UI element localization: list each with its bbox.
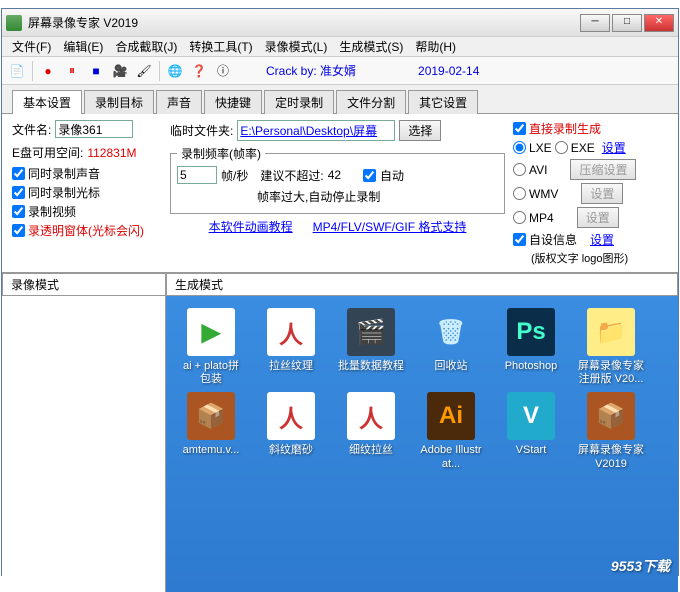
tab-target[interactable]: 录制目标 bbox=[84, 90, 154, 114]
wmv-label: WMV bbox=[529, 187, 558, 201]
menu-convert[interactable]: 转换工具(T) bbox=[183, 36, 258, 57]
date-label: 2019-02-14 bbox=[418, 64, 479, 78]
fps-note: 帧率过大,自动停止录制 bbox=[257, 188, 380, 205]
tutorial-link[interactable]: 本软件动画教程 bbox=[209, 218, 293, 235]
desktop-icon[interactable]: 📦amtemu.v... bbox=[178, 392, 244, 470]
cb-cursor[interactable] bbox=[12, 186, 25, 199]
disk-value: 112831M bbox=[87, 146, 136, 160]
avi-compress-button: 压缩设置 bbox=[570, 159, 636, 180]
side-panel bbox=[2, 296, 166, 592]
cb-video-label: 录制视频 bbox=[28, 203, 76, 220]
cb-transp-label: 录透明窗体(光标会闪) bbox=[28, 222, 144, 239]
cb-sound-label: 同时录制声音 bbox=[28, 165, 100, 182]
cb-auto[interactable] bbox=[363, 169, 376, 182]
cb-transp[interactable] bbox=[12, 224, 25, 237]
menu-genmode[interactable]: 生成模式(S) bbox=[333, 36, 409, 57]
formats-link[interactable]: MP4/FLV/SWF/GIF 格式支持 bbox=[313, 218, 467, 235]
lxe-label: LXE bbox=[529, 141, 552, 155]
desktop-icon[interactable]: 人细纹拉丝 bbox=[338, 392, 404, 470]
tempdir-label: 临时文件夹: bbox=[170, 122, 233, 139]
desktop-icon[interactable]: VVStart bbox=[498, 392, 564, 470]
tab-other[interactable]: 其它设置 bbox=[408, 90, 478, 114]
fps-legend: 录制频率(帧率) bbox=[177, 145, 265, 162]
watermark: 9553下载 bbox=[611, 556, 670, 576]
desktop-preview: ▶ai + plato拼包装人拉丝纹理🎬批量数据教程🗑回收站PsPhotosho… bbox=[166, 296, 678, 592]
tool-stop-icon[interactable]: ■ bbox=[85, 60, 107, 82]
menu-recmode[interactable]: 录像模式(L) bbox=[259, 36, 334, 57]
mode-tab-gen[interactable]: 生成模式 bbox=[166, 273, 678, 296]
desktop-icon[interactable]: PsPhotoshop bbox=[498, 308, 564, 386]
fps-input[interactable] bbox=[177, 166, 217, 184]
radio-mp4[interactable] bbox=[513, 211, 526, 224]
maximize-button[interactable]: □ bbox=[612, 14, 642, 32]
cb-custom[interactable] bbox=[513, 233, 526, 246]
wmv-settings-button: 设置 bbox=[581, 183, 623, 204]
desktop-icon[interactable]: 🎬批量数据教程 bbox=[338, 308, 404, 386]
app-icon bbox=[6, 15, 22, 31]
desktop-icon[interactable]: AiAdobe Illustrat... bbox=[418, 392, 484, 470]
desktop-icon[interactable]: 🗑回收站 bbox=[418, 308, 484, 386]
desktop-icon[interactable]: 📦屏幕录像专家V2019 bbox=[578, 392, 644, 470]
cb-video[interactable] bbox=[12, 205, 25, 218]
cb-cursor-label: 同时录制光标 bbox=[28, 184, 100, 201]
tab-basic[interactable]: 基本设置 bbox=[12, 90, 82, 114]
select-button[interactable]: 选择 bbox=[399, 120, 441, 141]
menu-compose[interactable]: 合成截取(J) bbox=[109, 36, 183, 57]
menu-edit[interactable]: 编辑(E) bbox=[57, 36, 109, 57]
tab-hotkey[interactable]: 快捷键 bbox=[204, 90, 262, 114]
mp4-label: MP4 bbox=[529, 211, 554, 225]
toolbar: 📄 ● ⏸ ■ 🎥 🖌 🌐 ❓ ⓘ Crack by: 准女婿 2019-02-… bbox=[2, 57, 678, 85]
menu-file[interactable]: 文件(F) bbox=[6, 36, 57, 57]
tool-record-icon[interactable]: ● bbox=[37, 60, 59, 82]
direct-label: 直接录制生成 bbox=[529, 120, 601, 137]
radio-avi[interactable] bbox=[513, 163, 526, 176]
mp4-settings-button: 设置 bbox=[577, 207, 619, 228]
custom-settings-link[interactable]: 设置 bbox=[590, 231, 614, 248]
lxe-settings-link[interactable]: 设置 bbox=[602, 139, 626, 156]
radio-wmv[interactable] bbox=[513, 187, 526, 200]
desktop-icon[interactable]: ▶ai + plato拼包装 bbox=[178, 308, 244, 386]
custom-note: (版权文字 logo图形) bbox=[531, 250, 668, 266]
tab-sound[interactable]: 声音 bbox=[156, 90, 202, 114]
auto-label: 自动 bbox=[380, 167, 404, 184]
settings-panel: 文件名: E盘可用空间: 112831M 同时录制声音 同时录制光标 录制视频 录… bbox=[2, 114, 678, 273]
filename-input[interactable] bbox=[55, 120, 133, 138]
disk-label: E盘可用空间: bbox=[12, 144, 83, 161]
avi-label: AVI bbox=[529, 163, 547, 177]
tool-brush-icon[interactable]: 🖌 bbox=[133, 60, 155, 82]
minimize-button[interactable]: ─ bbox=[580, 14, 610, 32]
menubar: 文件(F) 编辑(E) 合成截取(J) 转换工具(T) 录像模式(L) 生成模式… bbox=[2, 37, 678, 57]
tool-help-icon[interactable]: ❓ bbox=[188, 60, 210, 82]
tempdir-value[interactable]: E:\Personal\Desktop\屏幕 bbox=[237, 120, 395, 141]
fps-unit: 帧/秒 bbox=[221, 167, 248, 184]
fps-max: 42 bbox=[328, 168, 341, 182]
cb-direct[interactable] bbox=[513, 122, 526, 135]
menu-help[interactable]: 帮助(H) bbox=[409, 36, 462, 57]
desktop-icon[interactable]: 人拉丝纹理 bbox=[258, 308, 324, 386]
tool-pause-icon[interactable]: ⏸ bbox=[61, 60, 83, 82]
radio-exe[interactable] bbox=[555, 141, 568, 154]
exe-label: EXE bbox=[571, 141, 595, 155]
tool-globe-icon[interactable]: 🌐 bbox=[164, 60, 186, 82]
tool-new-icon[interactable]: 📄 bbox=[6, 60, 28, 82]
window-title: 屏幕录像专家 V2019 bbox=[28, 14, 580, 31]
custom-label: 自设信息 bbox=[529, 231, 577, 248]
mode-tab-rec[interactable]: 录像模式 bbox=[2, 273, 166, 296]
titlebar: 屏幕录像专家 V2019 ─ □ ✕ bbox=[2, 9, 678, 37]
fps-recommend: 建议不超过: bbox=[260, 167, 323, 184]
settings-tabs: 基本设置 录制目标 声音 快捷键 定时录制 文件分割 其它设置 bbox=[2, 85, 678, 114]
tab-split[interactable]: 文件分割 bbox=[336, 90, 406, 114]
tab-timer[interactable]: 定时录制 bbox=[264, 90, 334, 114]
close-button[interactable]: ✕ bbox=[644, 14, 674, 32]
filename-label: 文件名: bbox=[12, 121, 51, 138]
tool-lang-icon[interactable]: ⓘ bbox=[212, 60, 234, 82]
desktop-icon[interactable]: 📁屏幕录像专家注册版 V20... bbox=[578, 308, 644, 386]
fps-fieldset: 录制频率(帧率) 帧/秒 建议不超过: 42 自动 帧率过大,自动停止录制 bbox=[170, 145, 505, 214]
desktop-icon[interactable]: 人斜纹磨砂 bbox=[258, 392, 324, 470]
tool-camera-icon[interactable]: 🎥 bbox=[109, 60, 131, 82]
cb-sound[interactable] bbox=[12, 167, 25, 180]
mode-tabs: 录像模式 生成模式 bbox=[2, 273, 678, 296]
radio-lxe[interactable] bbox=[513, 141, 526, 154]
crack-label: Crack by: 准女婿 bbox=[266, 62, 356, 79]
